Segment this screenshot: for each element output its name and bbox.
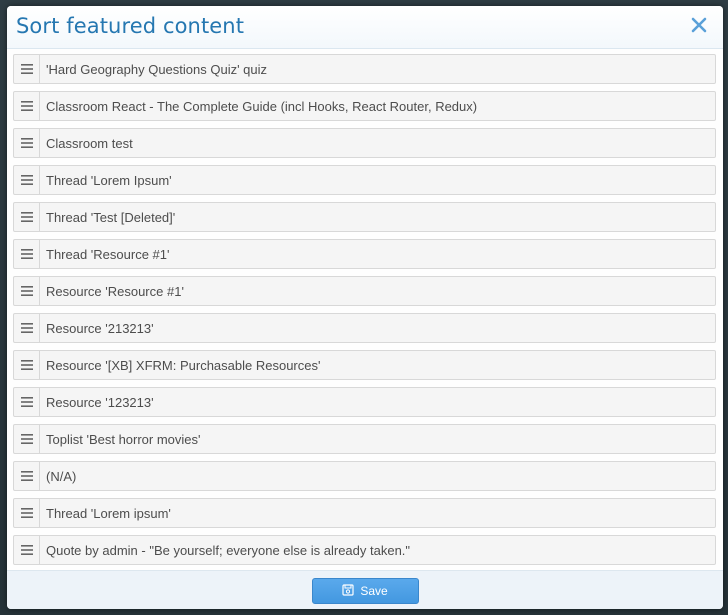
list-item-label: Thread 'Resource #1' xyxy=(46,246,170,262)
list-item[interactable]: (N/A) xyxy=(13,461,716,491)
save-button[interactable]: Save xyxy=(311,578,419,604)
list-item-label: Resource '123213' xyxy=(46,394,154,410)
drag-handle-icon[interactable] xyxy=(14,425,40,453)
list-item-label: Classroom test xyxy=(46,135,133,151)
list-item[interactable]: 'Hard Geography Questions Quiz' quiz xyxy=(13,54,716,84)
drag-handle-icon[interactable] xyxy=(14,55,40,83)
drag-handle-icon[interactable] xyxy=(14,499,40,527)
dialog-footer: Save xyxy=(7,570,723,609)
dialog-title: Sort featured content xyxy=(16,14,245,38)
list-item[interactable]: Resource '[XB] XFRM: Purchasable Resourc… xyxy=(13,350,716,380)
list-item[interactable]: Resource 'Resource #1' xyxy=(13,276,716,306)
drag-handle-icon[interactable] xyxy=(14,129,40,157)
save-icon xyxy=(342,583,354,599)
drag-handle-icon[interactable] xyxy=(14,536,40,564)
list-item[interactable]: Resource '123213' xyxy=(13,387,716,417)
save-button-label: Save xyxy=(360,584,388,598)
list-item[interactable]: Thread 'Lorem Ipsum' xyxy=(13,165,716,195)
list-item-label: Toplist 'Best horror movies' xyxy=(46,431,201,447)
drag-handle-icon[interactable] xyxy=(14,277,40,305)
list-item[interactable]: Thread 'Lorem ipsum' xyxy=(13,498,716,528)
list-item-label: Classroom React - The Complete Guide (in… xyxy=(46,98,478,114)
list-item[interactable]: Classroom test xyxy=(13,128,716,158)
drag-handle-icon[interactable] xyxy=(14,314,40,342)
list-item[interactable]: Resource '213213' xyxy=(13,313,716,343)
drag-handle-icon[interactable] xyxy=(14,462,40,490)
list-item-label: Thread 'Lorem Ipsum' xyxy=(46,172,172,188)
list-item[interactable]: Toplist 'Best horror movies' xyxy=(13,424,716,454)
drag-handle-icon[interactable] xyxy=(14,166,40,194)
sort-featured-dialog: Sort featured content 'Hard Geography Qu… xyxy=(7,6,723,609)
dialog-header: Sort featured content xyxy=(7,6,723,49)
sortable-list: 'Hard Geography Questions Quiz' quiz Clas… xyxy=(13,54,716,572)
list-item[interactable]: Thread 'Resource #1' xyxy=(13,239,716,269)
list-item-label: Resource '213213' xyxy=(46,320,154,336)
drag-handle-icon[interactable] xyxy=(14,388,40,416)
list-item-label: (N/A) xyxy=(46,468,77,484)
list-item-label: Resource 'Resource #1' xyxy=(46,283,184,299)
drag-handle-icon[interactable] xyxy=(14,240,40,268)
list-item-label: Resource '[XB] XFRM: Purchasable Resourc… xyxy=(46,357,321,373)
drag-handle-icon[interactable] xyxy=(14,92,40,120)
drag-handle-icon[interactable] xyxy=(14,203,40,231)
list-item[interactable]: Quote by admin - "Be yourself; everyone … xyxy=(13,535,716,565)
list-item-label: Thread 'Test [Deleted]' xyxy=(46,209,176,225)
list-item-label: 'Hard Geography Questions Quiz' quiz xyxy=(46,61,268,77)
drag-handle-icon[interactable] xyxy=(14,351,40,379)
list-item[interactable]: Thread 'Test [Deleted]' xyxy=(13,202,716,232)
close-icon[interactable] xyxy=(689,15,709,35)
list-item[interactable]: Classroom React - The Complete Guide (in… xyxy=(13,91,716,121)
list-item-label: Thread 'Lorem ipsum' xyxy=(46,505,171,521)
list-item-label: Quote by admin - "Be yourself; everyone … xyxy=(46,542,411,558)
